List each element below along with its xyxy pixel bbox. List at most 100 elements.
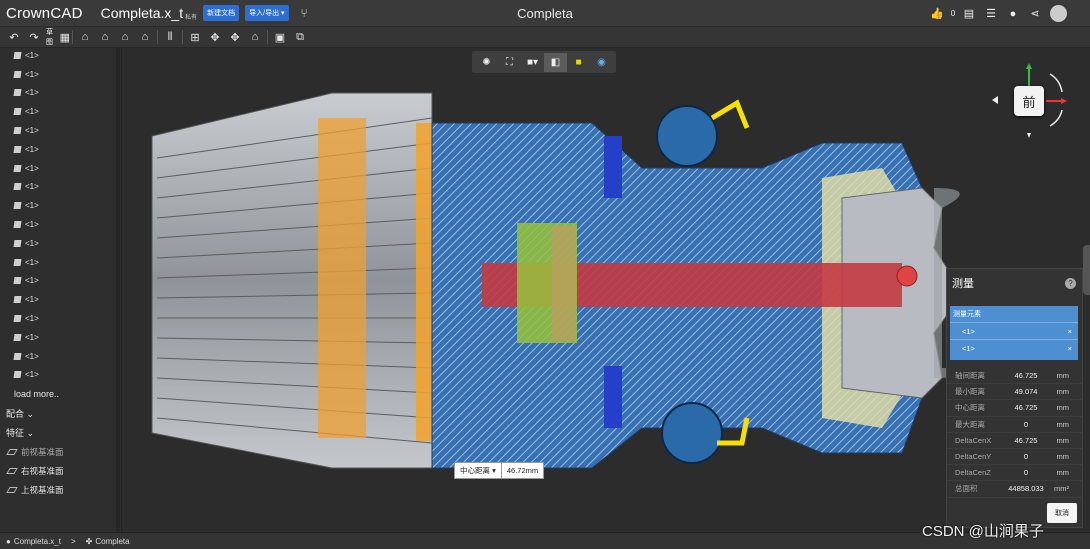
tree-item[interactable]: <1> xyxy=(0,234,121,253)
tree-item[interactable]: <1> xyxy=(0,121,121,140)
tree-item[interactable]: <1> xyxy=(0,309,121,328)
tree-item[interactable]: <1> xyxy=(0,102,121,121)
tree-item-label: <1> xyxy=(25,220,39,230)
tree-item[interactable]: <1> xyxy=(0,328,121,347)
view-cube: 前 xyxy=(986,60,1076,140)
measure-key: DeltaCenX xyxy=(955,435,992,445)
fillet-icon[interactable]: ⌂ xyxy=(135,28,155,46)
top-plane-item[interactable]: 上视基准面 xyxy=(0,480,121,499)
breadcrumb-part[interactable]: Completa.x_t xyxy=(14,537,61,546)
zoom-area-icon[interactable]: ⛶ xyxy=(498,53,521,72)
part-icon xyxy=(13,258,22,266)
mirror-icon[interactable]: ⫴ xyxy=(160,28,180,46)
revolve-icon[interactable]: ⌂ xyxy=(95,28,115,46)
measure-header: 测量 ? xyxy=(947,269,1082,297)
load-more-link[interactable]: load more.. xyxy=(0,384,121,404)
component-icon[interactable]: ✥ xyxy=(225,28,245,46)
display-style-icon[interactable]: ■▾ xyxy=(521,53,544,72)
view-cube-front-face[interactable]: 前 xyxy=(1014,86,1044,116)
user-icon: ● xyxy=(6,536,11,546)
measure-value: 0 xyxy=(1023,452,1029,462)
assembly-section[interactable]: 配合 ⌄ xyxy=(0,404,121,423)
expand-right-panel-icon[interactable] xyxy=(1083,245,1090,295)
document-name[interactable]: Completa.x_t xyxy=(101,5,183,21)
measure-value: 46.725 xyxy=(1014,403,1038,413)
shaded-icon[interactable]: ■ xyxy=(567,53,590,72)
tree-item[interactable]: <1> xyxy=(0,272,121,291)
undo-icon[interactable]: ↶ xyxy=(4,28,24,46)
list-icon[interactable]: ☰ xyxy=(980,7,1002,20)
sketch-button[interactable]: 草图 ▦ xyxy=(44,28,70,46)
tree-item[interactable]: <1> xyxy=(0,65,121,84)
part-icon xyxy=(13,333,22,341)
move-icon[interactable]: ✥ xyxy=(205,28,225,46)
part-icon xyxy=(13,183,22,191)
header-actions: 👍 0 ▤ ☰ ● ⋖ xyxy=(926,5,1067,22)
part-icon xyxy=(13,145,22,153)
avatar[interactable] xyxy=(1050,5,1067,22)
redo-icon[interactable]: ↷ xyxy=(24,28,44,46)
assembly-icon[interactable]: ⌂ xyxy=(245,28,265,46)
part-icon xyxy=(13,127,22,135)
help-icon[interactable]: ? xyxy=(1065,277,1076,289)
zoom-fit-icon[interactable]: ✺ xyxy=(475,53,498,72)
part-icon xyxy=(13,70,22,78)
app-logo[interactable]: CrownCAD xyxy=(6,5,83,22)
tree-item[interactable]: <1> xyxy=(0,196,121,215)
tree-item[interactable]: <1> xyxy=(0,253,121,272)
measure-key: 轴间距离 xyxy=(955,371,985,381)
breadcrumb-assembly[interactable]: Completa xyxy=(95,537,129,546)
front-plane-item[interactable]: 前视基准面 xyxy=(0,442,121,461)
tree-item-label: <1> xyxy=(25,276,39,286)
new-document-button[interactable]: 新建文档 xyxy=(203,5,240,21)
section-icon[interactable]: ⧉ xyxy=(290,28,310,46)
tree-item[interactable]: <1> xyxy=(0,290,121,309)
part-icon xyxy=(13,315,22,323)
branch-icon[interactable]: ⑂ xyxy=(301,6,308,20)
tree-item[interactable]: <1> xyxy=(0,178,121,197)
cancel-button[interactable]: 取消 xyxy=(1047,503,1077,523)
share-icon[interactable]: ⋖ xyxy=(1024,7,1046,20)
measure-unit: mm xyxy=(1056,403,1070,413)
comment-icon[interactable]: ● xyxy=(1002,8,1024,20)
3d-viewport[interactable]: ✺ ⛶ ■▾ ◧ ■ ◉ 中心距离 ▾ 46.72mm xyxy=(122,48,1090,532)
render-icon[interactable]: ◉ xyxy=(590,53,613,72)
tree-item[interactable]: <1> xyxy=(0,215,121,234)
tree-item-label: <1> xyxy=(25,351,39,361)
measure-element[interactable]: <1> × xyxy=(950,322,1078,339)
document-icon[interactable]: ▤ xyxy=(958,7,980,20)
feature-section[interactable]: 特征 ⌄ xyxy=(0,423,121,442)
tree-item[interactable]: <1> xyxy=(0,366,121,385)
tree-item[interactable]: <1> xyxy=(0,159,121,178)
like-icon[interactable]: 👍 xyxy=(926,7,948,20)
measure-element[interactable]: <1> × xyxy=(950,339,1078,356)
measure-unit: mm xyxy=(1056,468,1070,478)
privacy-badge: 私有 xyxy=(185,14,198,21)
sidebar-scrollbar[interactable] xyxy=(116,48,120,532)
tree-item[interactable]: <1> xyxy=(0,48,121,65)
remove-icon[interactable]: × xyxy=(1068,344,1072,353)
tree-item-label: <1> xyxy=(25,107,39,117)
perspective-icon[interactable]: ◧ xyxy=(544,52,567,72)
measure-unit: mm xyxy=(1056,387,1070,397)
import-export-button[interactable]: 导入/导出 ▾ xyxy=(245,5,289,21)
tree-list: <1> <1> <1> <1> <1> <1> <1> <1> <1> <1> <1> <1> <1> <… xyxy=(0,48,121,384)
part-icon xyxy=(13,371,22,379)
cut-icon[interactable]: ⌂ xyxy=(115,28,135,46)
part-icon xyxy=(13,277,22,285)
main-toolbar: ↶ ↷ 草图 ▦ ⌂ ⌂ ⌂ ⌂ ⫴ ⊞ ✥ ✥ ⌂ ▣ ⧉ xyxy=(0,27,1090,48)
measure-row: DeltaCenY 0 mm xyxy=(947,449,1082,466)
view-icon[interactable]: ▣ xyxy=(270,28,290,46)
tree-item-label: <1> xyxy=(25,295,39,305)
measure-element-label: <1> xyxy=(962,326,975,336)
tree-item[interactable]: <1> xyxy=(0,84,121,103)
remove-icon[interactable]: × xyxy=(1068,327,1072,336)
tree-item[interactable]: <1> xyxy=(0,347,121,366)
extrude-icon[interactable]: ⌂ xyxy=(75,28,95,46)
dimension-mode-select[interactable]: 中心距离 ▾ xyxy=(455,463,502,478)
right-plane-item[interactable]: 右视基准面 xyxy=(0,461,121,480)
dimension-value: 46.72mm xyxy=(506,466,539,475)
tree-item[interactable]: <1> xyxy=(0,140,121,159)
engine-model[interactable] xyxy=(122,48,1090,532)
pattern-icon[interactable]: ⊞ xyxy=(185,28,205,46)
